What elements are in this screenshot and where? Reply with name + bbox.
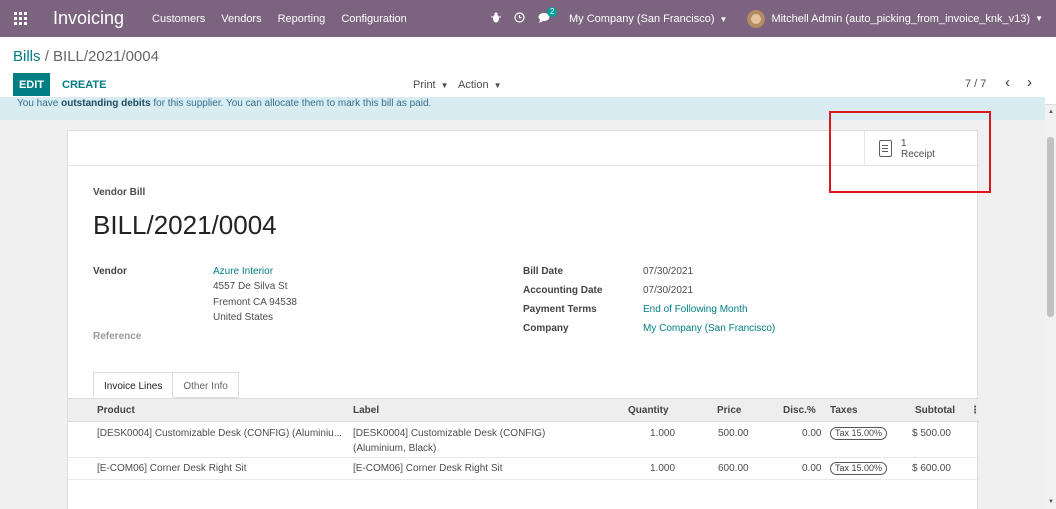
highlight-annotation-box bbox=[829, 111, 991, 193]
action-label: Action bbox=[458, 79, 489, 91]
row-label: [DESK0004] Customizable Desk (CONFIG) bbox=[353, 428, 546, 439]
menu-configuration[interactable]: Configuration bbox=[341, 13, 406, 25]
pager-previous-icon[interactable]: ‹ bbox=[1005, 74, 1010, 91]
row-label: [E-COM06] Corner Desk Right Sit bbox=[353, 463, 503, 474]
chat-icon[interactable]: 2 bbox=[538, 6, 558, 26]
breadcrumb-bills[interactable]: Bills bbox=[13, 48, 41, 65]
row-subtotal: $ 500.00 bbox=[912, 428, 951, 439]
payment-terms-link[interactable]: End of Following Month bbox=[643, 304, 748, 315]
menu-vendors[interactable]: Vendors bbox=[221, 13, 261, 25]
table-row[interactable]: [DESK0004] Customizable Desk (CONFIG) (A… bbox=[68, 422, 979, 458]
scroll-down-icon[interactable]: ▼ bbox=[1048, 499, 1054, 505]
chevron-down-icon: ▼ bbox=[719, 14, 728, 24]
invoice-lines-table: Product Label Quantity Price Disc.% Taxe… bbox=[68, 398, 980, 480]
alert-bold[interactable]: outstanding debits bbox=[61, 98, 150, 109]
scroll-up-icon[interactable]: ▲ bbox=[1048, 109, 1054, 115]
row-product: [DESK0004] Customizable Desk (CONFIG) (A… bbox=[97, 428, 343, 439]
vendor-label: Vendor bbox=[93, 266, 127, 277]
avatar bbox=[747, 9, 766, 28]
row-quantity: 1.000 bbox=[650, 463, 676, 474]
action-dropdown[interactable]: Action ▼ bbox=[458, 79, 502, 91]
document-type: Vendor Bill bbox=[93, 187, 146, 198]
clock-icon[interactable] bbox=[514, 11, 525, 26]
header-quantity[interactable]: Quantity bbox=[628, 405, 669, 416]
header-subtotal[interactable]: Subtotal bbox=[915, 405, 955, 416]
row-quantity: 1.000 bbox=[650, 428, 676, 439]
scroll-thumb[interactable] bbox=[1047, 137, 1054, 317]
header-product[interactable]: Product bbox=[97, 405, 135, 416]
vendor-address-country: United States bbox=[213, 312, 274, 323]
pager-next-icon[interactable]: › bbox=[1027, 74, 1032, 91]
menu-customers[interactable]: Customers bbox=[152, 13, 205, 25]
table-row[interactable]: [E-COM06] Corner Desk Right Sit [E-COM06… bbox=[68, 458, 979, 480]
caret-down-icon: ▼ bbox=[493, 81, 502, 90]
header-label[interactable]: Label bbox=[353, 405, 379, 416]
caret-down-icon: ▼ bbox=[440, 81, 449, 90]
row-price: 500.00 bbox=[718, 428, 749, 439]
breadcrumb-current: BILL/2021/0004 bbox=[53, 48, 159, 65]
company-switcher[interactable]: My Company (San Francisco) ▼ bbox=[569, 13, 727, 25]
pager-value[interactable]: 7 / 7 bbox=[965, 78, 986, 90]
row-tax-tag: Tax 15.00% bbox=[830, 427, 888, 440]
user-name: Mitchell Admin (auto_picking_from_invoic… bbox=[771, 12, 1031, 25]
vendor-address-street: 4557 De Silva St bbox=[213, 281, 288, 292]
apps-menu-icon[interactable] bbox=[0, 0, 40, 37]
column-options-icon[interactable]: ⋮ bbox=[970, 405, 980, 416]
vendor-link[interactable]: Azure Interior bbox=[213, 266, 273, 277]
row-discount: 0.00 bbox=[802, 463, 822, 474]
alert-prefix: You have bbox=[17, 98, 59, 109]
header-discount[interactable]: Disc.% bbox=[783, 405, 816, 416]
print-dropdown[interactable]: Print ▼ bbox=[413, 79, 449, 91]
accounting-date-value: 07/30/2021 bbox=[643, 285, 694, 296]
row-subtotal: $ 600.00 bbox=[912, 463, 951, 474]
row-tax-tag: Tax 15.00% bbox=[830, 462, 888, 475]
company-name: My Company (San Francisco) bbox=[569, 12, 715, 25]
control-panel: Bills / BILL/2021/0004 EDIT CREATE Print… bbox=[0, 37, 1056, 105]
company-link[interactable]: My Company (San Francisco) bbox=[643, 323, 775, 334]
chat-badge: 2 bbox=[547, 6, 558, 17]
row-label-line2: (Aluminium, Black) bbox=[353, 443, 437, 454]
tab-invoice-lines[interactable]: Invoice Lines bbox=[93, 372, 174, 398]
row-price: 600.00 bbox=[718, 463, 749, 474]
edit-button[interactable]: EDIT bbox=[13, 73, 50, 96]
app-title[interactable]: Invoicing bbox=[53, 8, 124, 29]
bill-title: BILL/2021/0004 bbox=[93, 210, 277, 240]
company-label: Company bbox=[523, 323, 569, 334]
row-discount: 0.00 bbox=[802, 428, 822, 439]
row-product: [E-COM06] Corner Desk Right Sit bbox=[97, 463, 247, 474]
breadcrumb-separator: / bbox=[44, 48, 49, 65]
scrollbar[interactable]: ▲ ▼ bbox=[1045, 105, 1056, 509]
create-button[interactable]: CREATE bbox=[54, 73, 114, 96]
print-label: Print bbox=[413, 79, 436, 91]
navbar-systray: 2 My Company (San Francisco) ▼ Mitchell A… bbox=[491, 0, 1056, 37]
user-menu[interactable]: Mitchell Admin (auto_picking_from_invoic… bbox=[747, 9, 1043, 28]
top-navbar: Invoicing Customers Vendors Reporting Co… bbox=[0, 0, 1056, 37]
chevron-down-icon: ▼ bbox=[1035, 14, 1043, 23]
menu-reporting[interactable]: Reporting bbox=[278, 13, 326, 25]
accounting-date-label: Accounting Date bbox=[523, 285, 603, 296]
notebook-tabs: Invoice Lines Other Info bbox=[93, 372, 239, 398]
table-header: Product Label Quantity Price Disc.% Taxe… bbox=[68, 399, 980, 422]
payment-terms-label: Payment Terms bbox=[523, 304, 597, 315]
bill-date-value: 07/30/2021 bbox=[643, 266, 694, 277]
tab-other-info[interactable]: Other Info bbox=[173, 372, 239, 398]
header-taxes[interactable]: Taxes bbox=[830, 405, 858, 416]
vendor-address-city: Fremont CA 94538 bbox=[213, 297, 297, 308]
alert-suffix: for this supplier. You can allocate them… bbox=[153, 98, 432, 109]
reference-label: Reference bbox=[93, 331, 142, 342]
main-menu: Customers Vendors Reporting Configuratio… bbox=[152, 13, 423, 25]
breadcrumb: Bills / BILL/2021/0004 bbox=[13, 48, 159, 65]
header-price[interactable]: Price bbox=[717, 405, 741, 416]
bug-icon[interactable] bbox=[491, 11, 502, 26]
bill-date-label: Bill Date bbox=[523, 266, 564, 277]
